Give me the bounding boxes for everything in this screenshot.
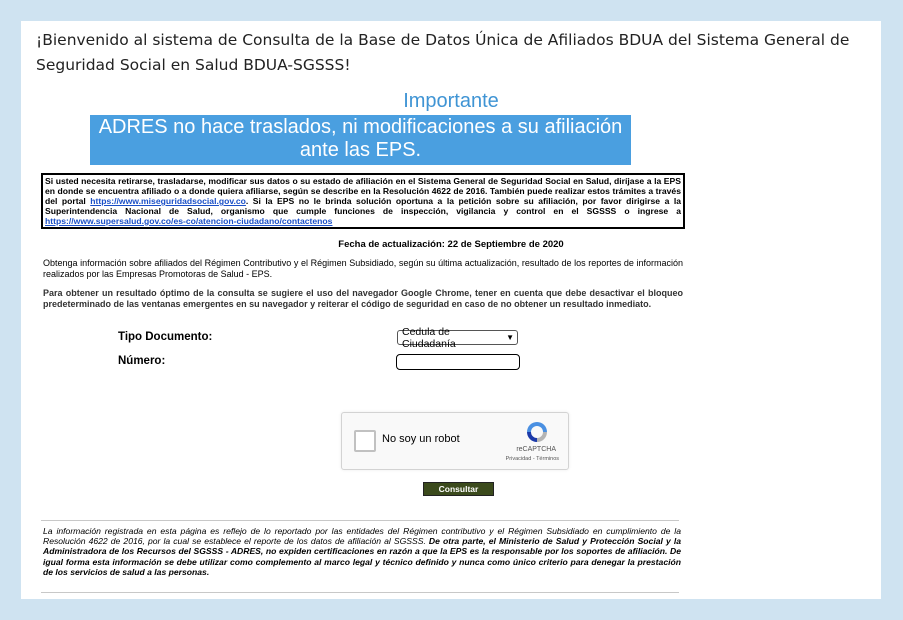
tipo-documento-select[interactable]: Cedula de Ciudadanía ▼ xyxy=(397,326,518,350)
divider-bottom xyxy=(41,592,679,593)
welcome-message: ¡Bienvenido al sistema de Consulta de la… xyxy=(36,31,850,74)
miseguridadsocial-link[interactable]: https://www.miseguridadsocial.gov.co xyxy=(90,196,246,206)
footer-disclaimer: La información registrada en esta página… xyxy=(43,526,681,577)
importante-heading: Importante xyxy=(403,90,499,112)
update-date: Fecha de actualización: 22 de Septiembre… xyxy=(338,239,564,250)
numero-input[interactable] xyxy=(396,354,520,370)
recaptcha-widget: No soy un robot reCAPTCHA Privacidad - T… xyxy=(341,412,569,470)
numero-label: Número: xyxy=(118,355,166,367)
notice-box: Si usted necesita retirarse, trasladarse… xyxy=(41,173,685,229)
recaptcha-legal-links[interactable]: Privacidad - Términos xyxy=(506,456,559,462)
recaptcha-checkbox[interactable] xyxy=(354,430,376,452)
tipo-documento-value: Cedula de Ciudadanía xyxy=(402,325,456,350)
chevron-down-icon: ▼ xyxy=(506,333,514,342)
recaptcha-label: No soy un robot xyxy=(382,433,460,445)
recaptcha-brand: reCAPTCHA xyxy=(516,446,556,453)
supersalud-link[interactable]: https://www.supersalud.gov.co/es-co/aten… xyxy=(45,216,332,226)
content-panel: ¡Bienvenido al sistema de Consulta de la… xyxy=(21,21,881,599)
tipo-documento-label: Tipo Documento: xyxy=(118,331,213,343)
adres-banner: ADRES no hace traslados, ni modificacion… xyxy=(90,115,631,165)
consultar-button[interactable]: Consultar xyxy=(423,482,494,496)
browser-recommendation: Para obtener un resultado óptimo de la c… xyxy=(43,288,683,309)
divider-top xyxy=(41,520,679,521)
info-paragraph: Obtenga información sobre afiliados del … xyxy=(43,258,683,279)
recaptcha-logo-icon xyxy=(527,422,547,442)
